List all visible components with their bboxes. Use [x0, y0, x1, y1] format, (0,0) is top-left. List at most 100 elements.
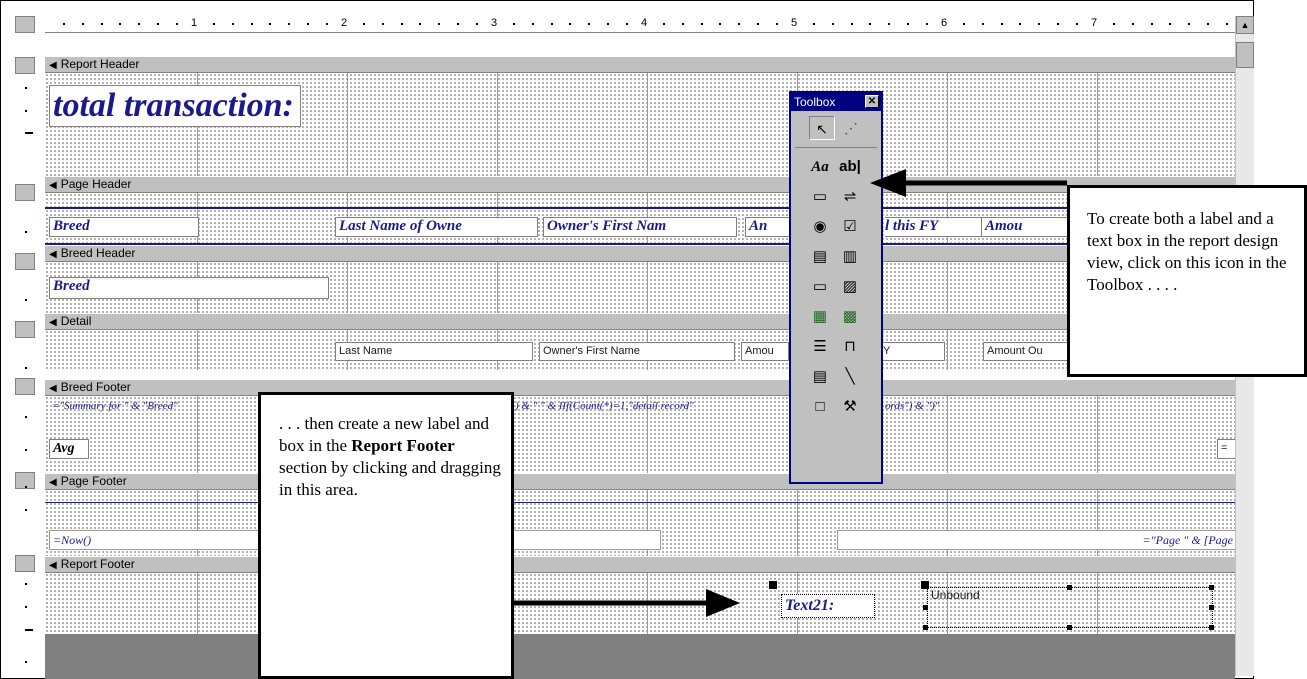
- move-handle[interactable]: [769, 581, 777, 589]
- last-name-column-label[interactable]: Last Name of Owne: [335, 217, 538, 237]
- ruler-tick: [1057, 23, 1059, 25]
- ruler-tick: [682, 23, 684, 25]
- page-header-area[interactable]: Breed Last Name of Owne Owner's First Na…: [45, 193, 1235, 245]
- ruler-number: 5: [791, 17, 798, 29]
- report-footer-area[interactable]: Text21: Unbound: [45, 573, 1235, 634]
- line-icon[interactable]: ╲: [837, 365, 863, 389]
- toolbox-palette[interactable]: Toolbox ✕ ↖ ⋰ Aa ab| ▭ ⇌ ◉ ☑ ▤ ▥ ▭ ▨ ▦ ▩…: [789, 91, 883, 484]
- ruler-number: 2: [341, 17, 348, 29]
- ruler-tick: [157, 23, 159, 25]
- breed-header-area[interactable]: Breed: [45, 262, 1235, 313]
- bound-object-frame-icon[interactable]: ▩: [837, 305, 863, 329]
- section-bar-page-footer[interactable]: ◀ Page Footer: [45, 473, 1235, 490]
- subform-icon[interactable]: ▤: [807, 365, 833, 389]
- close-icon[interactable]: ✕: [865, 95, 879, 108]
- rectangle-icon[interactable]: □: [807, 395, 833, 419]
- resize-handle[interactable]: [1067, 625, 1072, 630]
- summary-expression-middle[interactable]: ) & " " & IIf(Count(*)=1,"detail record": [515, 398, 815, 415]
- ruler-tick: [25, 132, 33, 134]
- scrollbar-thumb[interactable]: [1236, 42, 1254, 68]
- section-arrow-icon: ◀: [49, 249, 57, 260]
- ruler-tick: [1038, 23, 1040, 25]
- combo-box-icon[interactable]: ▤: [807, 245, 833, 269]
- first-name-textbox[interactable]: Owner's First Name: [539, 342, 735, 361]
- ruler-tick: [476, 23, 478, 25]
- breed-footer-area[interactable]: ="Summary for " & "Breed" ) & " " & IIf(…: [45, 396, 1235, 473]
- ruler-tick: [176, 23, 178, 25]
- report-header-area[interactable]: total transaction:: [45, 73, 1235, 176]
- horizontal-ruler[interactable]: 1 2 3 4 5 6 7: [45, 16, 1235, 33]
- section-selector-report-footer[interactable]: [15, 555, 35, 572]
- ruler-tick: [1188, 23, 1190, 25]
- resize-handle[interactable]: [923, 625, 928, 630]
- section-selector-detail[interactable]: [15, 321, 35, 338]
- scroll-up-arrow-icon[interactable]: ▲: [1236, 16, 1254, 34]
- first-name-column-label[interactable]: Owner's First Nam: [543, 217, 737, 237]
- page-number-textbox[interactable]: ="Page " & [Page: [837, 530, 1235, 550]
- ruler-tick: [363, 23, 365, 25]
- section-bar-report-footer[interactable]: ◀ Report Footer: [45, 556, 1235, 573]
- tab-control-icon[interactable]: ⊓: [837, 335, 863, 359]
- section-selector-page-header[interactable]: [15, 184, 35, 201]
- detail-area[interactable]: Last Name Owner's First Name Amou Y Amou…: [45, 330, 1235, 370]
- section-selector-breed-header[interactable]: [15, 253, 35, 270]
- resize-handle[interactable]: [1209, 625, 1214, 630]
- unbound-object-frame-icon[interactable]: ▦: [807, 305, 833, 329]
- section-arrow-icon: ◀: [49, 383, 57, 394]
- section-bar-breed-header[interactable]: ◀ Breed Header: [45, 245, 1235, 262]
- ruler-tick: [551, 23, 553, 25]
- breed-group-textbox[interactable]: Breed: [49, 277, 329, 299]
- avg-expression-textbox[interactable]: =: [1217, 439, 1235, 459]
- summary-expression-end[interactable]: ords") & ")": [885, 398, 1005, 415]
- summary-expression-textbox[interactable]: ="Summary for " & "Breed": [49, 398, 263, 415]
- image-icon[interactable]: ▨: [837, 275, 863, 299]
- section-selector-report-header[interactable]: [15, 57, 35, 74]
- label-tool-icon[interactable]: Aa: [807, 155, 833, 179]
- command-button-icon[interactable]: ▭: [807, 275, 833, 299]
- ruler-tick: [25, 231, 27, 233]
- last-name-textbox[interactable]: Last Name: [335, 342, 533, 361]
- option-button-icon[interactable]: ◉: [807, 215, 833, 239]
- resize-handle[interactable]: [1209, 605, 1214, 610]
- toolbox-title: Toolbox: [794, 95, 836, 109]
- option-group-icon[interactable]: ▭: [807, 185, 833, 209]
- section-bar-report-header[interactable]: ◀ Report Header: [45, 56, 1235, 73]
- avg-label[interactable]: Avg: [49, 439, 89, 459]
- section-selector-breed-footer[interactable]: [15, 378, 35, 395]
- ruler-tick: [1226, 23, 1228, 25]
- move-handle[interactable]: [921, 581, 929, 589]
- page-footer-area[interactable]: =Now() ="Page " & [Page: [45, 490, 1235, 556]
- control-wizards-icon[interactable]: ⋰: [838, 116, 864, 140]
- ruler-tick: [963, 23, 965, 25]
- amount-paid-textbox-end[interactable]: Y: [883, 342, 945, 361]
- ruler-tick: [382, 23, 384, 25]
- resize-handle[interactable]: [1209, 585, 1214, 590]
- paid-this-fy-column-label[interactable]: l this FY: [885, 217, 985, 237]
- report-selector[interactable]: [15, 16, 35, 33]
- ruler-tick: [851, 23, 853, 25]
- section-bar-breed-footer[interactable]: ◀ Breed Footer: [45, 379, 1235, 396]
- list-box-icon[interactable]: ▥: [837, 245, 863, 269]
- ruler-tick: [326, 23, 328, 25]
- report-title-label[interactable]: total transaction:: [49, 85, 301, 127]
- instruction-callout-report-footer: . . . then create a new label and box in…: [258, 392, 514, 679]
- amount-paid-textbox[interactable]: Amou: [741, 342, 789, 361]
- textbox-tool-icon[interactable]: ab|: [837, 155, 863, 179]
- resize-handle[interactable]: [923, 605, 928, 610]
- ruler-tick: [25, 110, 27, 112]
- section-bar-page-header[interactable]: ◀ Page Header: [45, 176, 1235, 193]
- section-bar-detail[interactable]: ◀ Detail: [45, 313, 1235, 330]
- breed-column-label[interactable]: Breed: [49, 217, 199, 237]
- checkbox-icon[interactable]: ☑: [837, 215, 863, 239]
- text21-label[interactable]: Text21:: [781, 594, 875, 618]
- ruler-tick: [1169, 23, 1171, 25]
- ruler-number: 6: [941, 17, 948, 29]
- unbound-textbox[interactable]: Unbound: [927, 587, 1213, 628]
- amount-column-label[interactable]: An: [745, 217, 789, 237]
- toolbox-title-bar[interactable]: Toolbox ✕: [791, 93, 881, 111]
- toggle-button-icon[interactable]: ⇌: [837, 185, 863, 209]
- page-break-icon[interactable]: ☰: [807, 335, 833, 359]
- resize-handle[interactable]: [1067, 585, 1072, 590]
- select-objects-icon[interactable]: ↖: [809, 116, 835, 140]
- more-controls-icon[interactable]: ⚒: [837, 395, 863, 419]
